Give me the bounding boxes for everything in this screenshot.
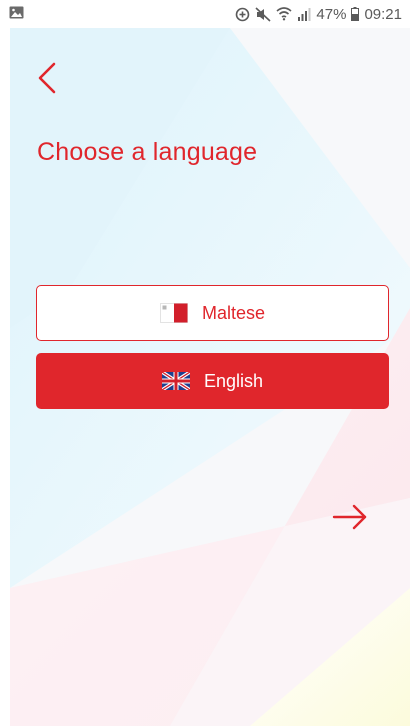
malta-flag-icon: [160, 303, 188, 323]
status-right: 47% 09:21: [235, 0, 402, 28]
battery-icon: [351, 7, 360, 21]
next-button[interactable]: [330, 500, 370, 534]
status-bar: 47% 09:21: [0, 0, 410, 28]
language-screen: 47% 09:21 Choose a language Maltese Engl…: [0, 0, 410, 726]
language-label: Maltese: [201, 302, 266, 323]
language-option-english[interactable]: English: [36, 353, 389, 409]
content: Choose a language Maltese English: [0, 0, 410, 726]
language-option-maltese[interactable]: Maltese: [36, 285, 389, 341]
wifi-icon: [276, 7, 292, 21]
image-icon: [9, 6, 24, 23]
clock: 09:21: [364, 5, 402, 23]
mute-icon: [255, 6, 271, 22]
back-button[interactable]: [32, 60, 62, 96]
signal-icon: [297, 7, 311, 21]
status-left: [9, 6, 24, 23]
page-title: Choose a language: [37, 138, 258, 166]
language-label: English: [203, 370, 264, 391]
battery-percent: 47%: [316, 5, 347, 23]
uk-flag-icon: [161, 372, 190, 390]
arrow-right-icon: [332, 504, 367, 530]
chevron-left-icon: [38, 62, 56, 94]
data-saver-icon: [235, 7, 250, 22]
